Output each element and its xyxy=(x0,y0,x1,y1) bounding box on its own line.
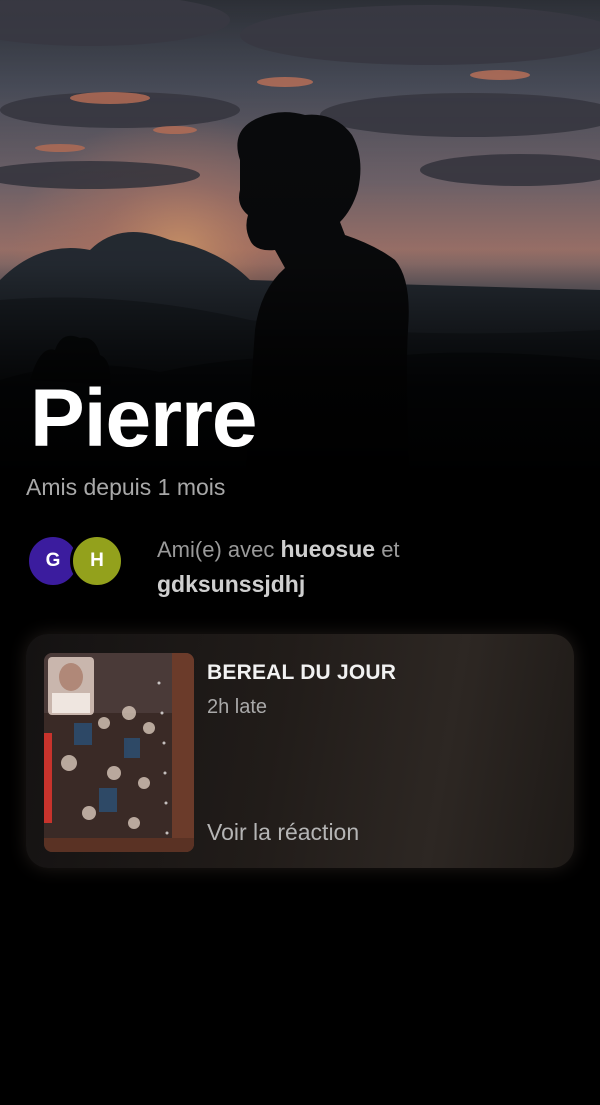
mutual-friend-username[interactable]: hueosue xyxy=(280,536,375,562)
profile-name: Pierre xyxy=(30,373,258,464)
friend-since-label: Amis depuis 1 mois xyxy=(26,474,226,500)
mutual-conjunction: et xyxy=(381,537,400,562)
bereal-card-title: BEREAL DU JOUR xyxy=(207,661,397,684)
avatar-initial: G xyxy=(45,550,61,571)
bereal-thumbnail[interactable] xyxy=(44,653,194,852)
view-reaction-link[interactable]: Voir la réaction xyxy=(207,819,359,846)
bereal-of-the-day-card[interactable]: BEREAL DU JOUR 2h late Voir la réaction xyxy=(26,634,574,868)
mutual-friends[interactable]: G H Ami(e) avec hueosue et gdksunssjdhj xyxy=(26,530,586,600)
avatar-initial: H xyxy=(90,550,104,571)
mutual-friend-avatar[interactable]: H xyxy=(70,534,124,588)
mutual-prefix: Ami(e) avec xyxy=(157,537,275,562)
mutual-friend-username[interactable]: gdksunssjdhj xyxy=(157,571,305,597)
mutual-friends-text: Ami(e) avec hueosue et gdksunssjdhj xyxy=(157,532,577,602)
bereal-late-label: 2h late xyxy=(207,696,268,718)
